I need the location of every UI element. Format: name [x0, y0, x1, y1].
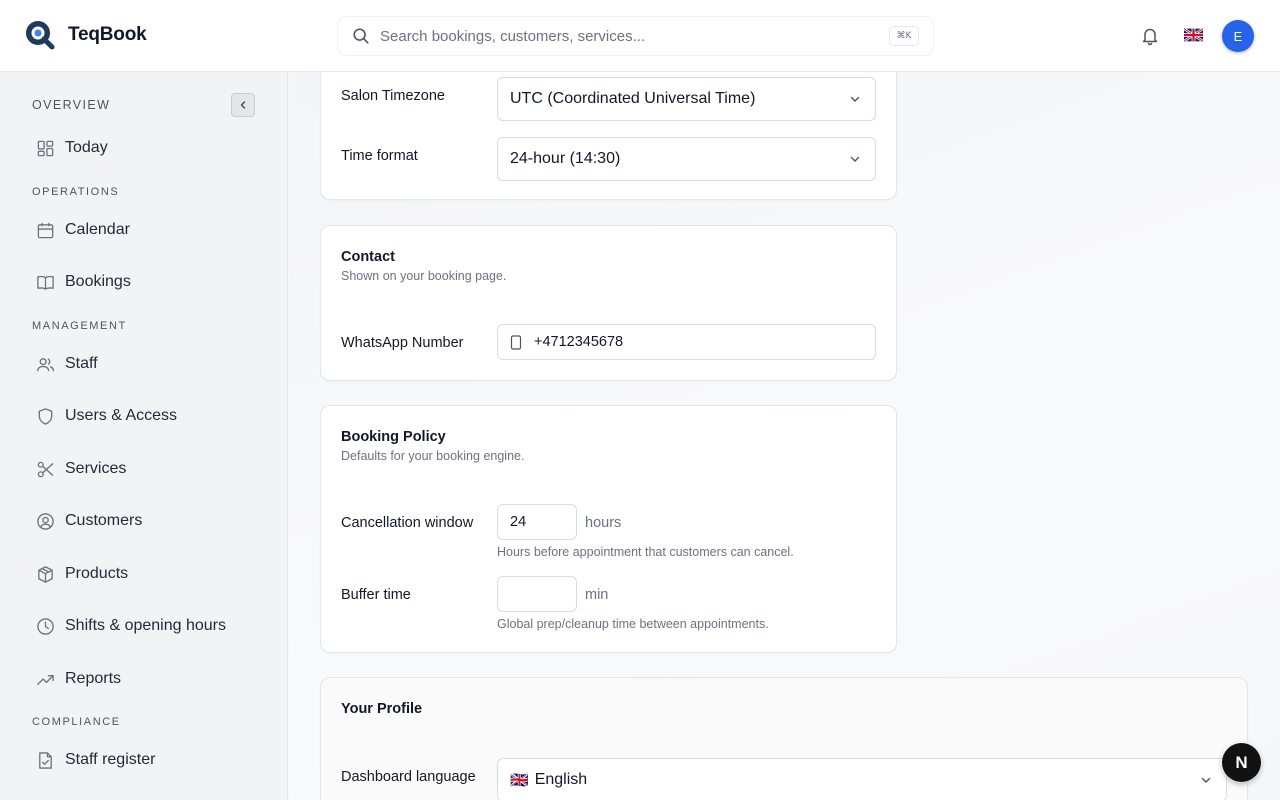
chevron-left-icon	[240, 101, 246, 109]
sidebar-item-customers[interactable]: Customers	[36, 509, 142, 533]
timezone-value: UTC (Coordinated Universal Time)	[510, 90, 756, 107]
booking-policy-title: Booking Policy	[341, 429, 446, 445]
time-format-select[interactable]: 24-hour (14:30)	[497, 137, 876, 181]
sidebar-item-shifts[interactable]: Shifts & opening hours	[36, 614, 226, 638]
general-settings-card: Salon Timezone UTC (Coordinated Universa…	[320, 72, 897, 200]
sidebar-item-label: Customers	[65, 512, 143, 529]
book-open-icon	[37, 275, 54, 290]
sidebar-item-calendar[interactable]: Calendar	[36, 218, 130, 242]
sidebar-item-label: Today	[65, 139, 108, 156]
bell-icon[interactable]	[1140, 26, 1160, 46]
cancellation-value: 24	[510, 514, 527, 530]
language-flag-icon: 🇬🇧	[510, 772, 529, 789]
scissors-icon	[37, 461, 54, 477]
collapse-sidebar-button[interactable]	[231, 93, 255, 117]
clock-icon	[37, 617, 54, 635]
time-format-value: 24-hour (14:30)	[510, 150, 621, 167]
section-operations: OPERATIONS	[32, 186, 120, 198]
language-value: English	[534, 771, 588, 788]
sidebar-item-label: Staff	[65, 355, 98, 372]
whatsapp-label: WhatsApp Number	[341, 335, 464, 351]
cancellation-help: Hours before appointment that customers …	[497, 545, 794, 559]
shield-icon	[38, 407, 53, 425]
profile-card: Your Profile Dashboard language 🇬🇧 Engli…	[320, 677, 1248, 800]
phone-icon	[510, 334, 522, 350]
sidebar-item-label: Reports	[65, 670, 122, 687]
sidebar: OVERVIEW Today OPERATIONS Calendar Booki…	[0, 72, 288, 800]
section-compliance: COMPLIANCE	[32, 716, 121, 728]
sidebar-item-label: Shifts & opening hours	[65, 617, 226, 634]
cancellation-label: Cancellation window	[341, 515, 474, 531]
sidebar-item-services[interactable]: Services	[36, 457, 126, 481]
sidebar-item-users-access[interactable]: Users & Access	[36, 404, 177, 428]
language-select[interactable]: 🇬🇧 English	[497, 758, 1227, 800]
language-label: Dashboard language	[341, 769, 476, 785]
contact-card: Contact Shown on your booking page. What…	[320, 225, 897, 381]
app-name: TeqBook	[68, 24, 147, 45]
sidebar-item-label: Bookings	[65, 273, 131, 290]
section-management: MANAGEMENT	[32, 320, 127, 332]
floating-n-button[interactable]: N	[1222, 743, 1261, 782]
user-circle-icon	[37, 512, 54, 530]
global-search[interactable]: Search bookings, customers, services... …	[337, 16, 934, 56]
dashboard-grid-icon	[37, 140, 54, 156]
calendar-icon	[37, 222, 54, 238]
search-placeholder: Search bookings, customers, services...	[380, 27, 646, 45]
sidebar-item-products[interactable]: Products	[36, 562, 128, 586]
top-header: TeqBook Search bookings, customers, serv…	[0, 0, 1280, 72]
chevron-down-icon	[850, 156, 860, 162]
time-format-label: Time format	[341, 148, 418, 164]
chevron-down-icon	[1201, 777, 1211, 783]
sidebar-item-today[interactable]: Today	[36, 136, 108, 160]
cancellation-input[interactable]: 24	[497, 504, 577, 540]
profile-title: Your Profile	[341, 701, 423, 717]
contact-title: Contact	[341, 249, 395, 265]
shortcut-badge: ⌘K	[889, 26, 919, 46]
timezone-select[interactable]: UTC (Coordinated Universal Time)	[497, 77, 876, 121]
booking-policy-subtitle: Defaults for your booking engine.	[341, 449, 525, 463]
settings-content: Salon Timezone UTC (Coordinated Universa…	[289, 72, 1280, 800]
file-check-icon	[39, 751, 52, 769]
trending-up-icon	[37, 674, 54, 685]
app-logo[interactable]: TeqBook	[24, 19, 147, 51]
sidebar-item-bookings[interactable]: Bookings	[36, 270, 131, 294]
users-icon	[36, 357, 55, 371]
sidebar-item-label: Calendar	[65, 221, 130, 238]
sidebar-item-label: Products	[65, 565, 129, 582]
whatsapp-input[interactable]: +4712345678	[497, 324, 876, 360]
booking-policy-card: Booking Policy Defaults for your booking…	[320, 405, 897, 653]
buffer-help: Global prep/cleanup time between appoint…	[497, 617, 769, 631]
sidebar-item-label: Users & Access	[65, 407, 178, 424]
timezone-label: Salon Timezone	[341, 88, 445, 104]
uk-flag-icon[interactable]	[1184, 28, 1203, 42]
buffer-unit: min	[585, 587, 609, 603]
chevron-down-icon	[850, 96, 860, 102]
sidebar-item-reports[interactable]: Reports	[36, 667, 121, 691]
logo-icon	[26, 21, 55, 50]
sidebar-item-staff-register[interactable]: Staff register	[36, 748, 155, 772]
buffer-input[interactable]	[497, 576, 577, 612]
sidebar-item-label: Services	[65, 460, 127, 477]
cancellation-unit: hours	[585, 515, 622, 531]
sidebar-item-label: Staff register	[65, 751, 156, 768]
package-icon	[38, 565, 53, 583]
whatsapp-value: +4712345678	[534, 334, 624, 350]
sidebar-item-staff[interactable]: Staff	[36, 352, 98, 376]
user-avatar[interactable]: E	[1222, 20, 1254, 52]
search-icon	[353, 28, 369, 44]
section-overview: OVERVIEW	[32, 98, 111, 112]
buffer-label: Buffer time	[341, 587, 411, 603]
contact-subtitle: Shown on your booking page.	[341, 269, 507, 283]
